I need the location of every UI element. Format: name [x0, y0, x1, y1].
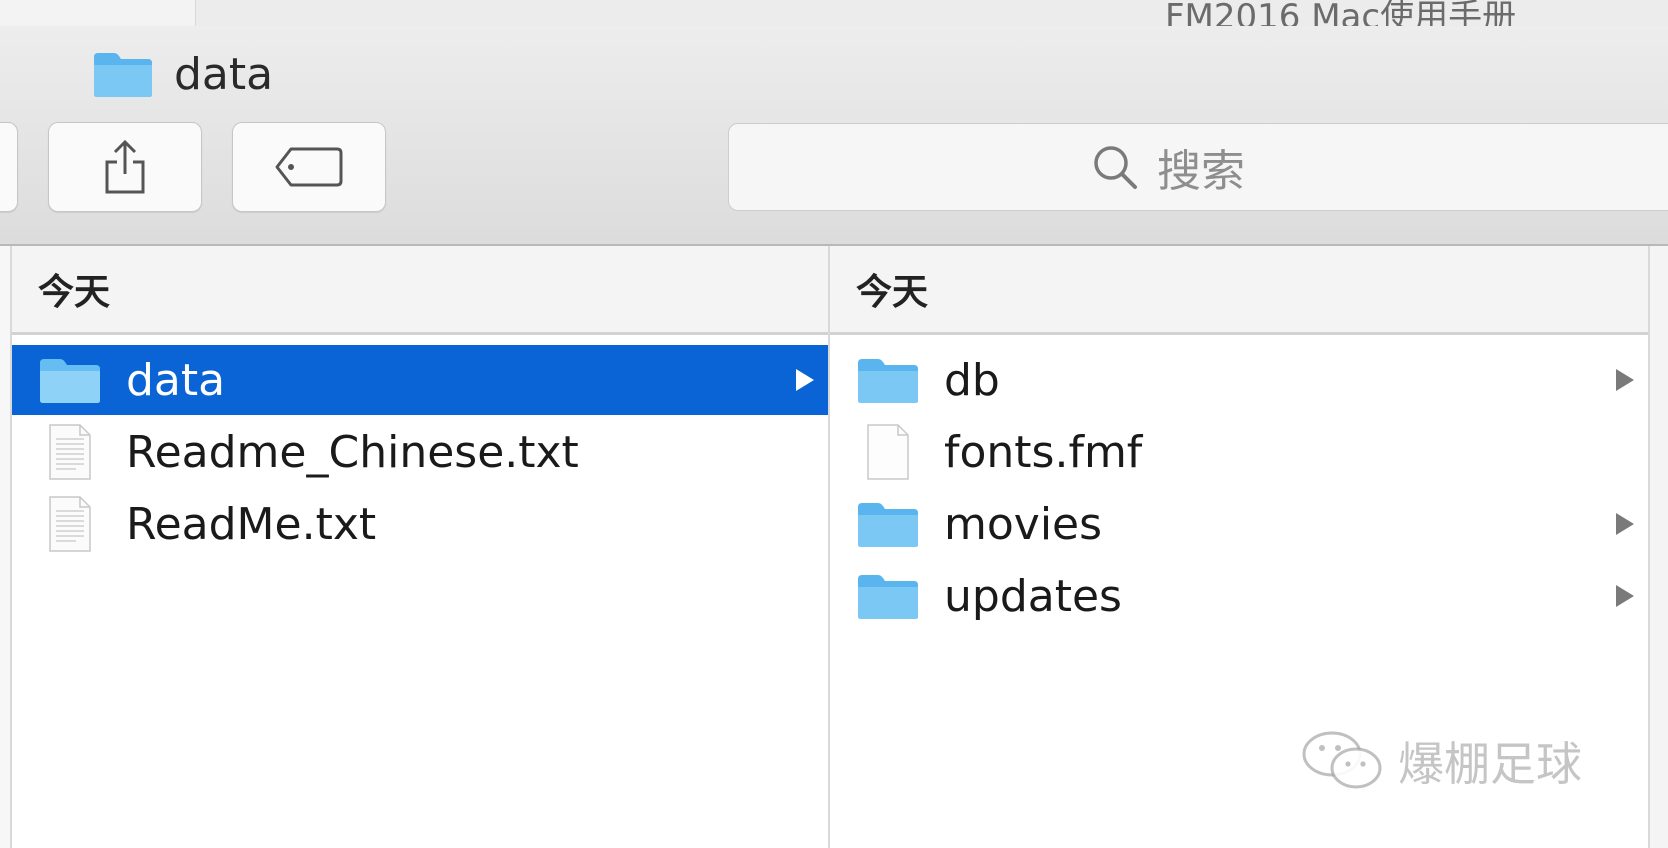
chevron-right-icon	[1616, 513, 1634, 535]
list-item-fonts[interactable]: fonts.fmf	[830, 417, 1648, 487]
view-button[interactable]	[0, 122, 18, 212]
list-item-updates[interactable]: updates	[830, 561, 1648, 631]
search-placeholder: 搜索	[1157, 146, 1245, 197]
previous-column-edge[interactable]	[0, 246, 12, 848]
window-title: data	[92, 44, 273, 104]
list-item-readme-chinese[interactable]: Readme_Chinese.txt	[12, 417, 828, 487]
column-header: 今天	[830, 246, 1648, 335]
list-item-label: fonts.fmf	[944, 426, 1143, 478]
background-window-title: FM2016 Mac使用手册	[1165, 0, 1517, 27]
folder-icon	[856, 352, 920, 408]
finder-toolbar: data 搜索	[0, 26, 1668, 246]
next-column-edge[interactable]	[1648, 246, 1668, 848]
list-item-label: data	[126, 354, 226, 406]
folder-icon	[856, 496, 920, 552]
background-window-sidebar	[0, 0, 196, 26]
list-item-label: Readme_Chinese.txt	[126, 426, 579, 478]
chevron-right-icon	[796, 369, 814, 391]
window-title-text: data	[174, 48, 274, 100]
list-item-data[interactable]: data	[12, 345, 828, 415]
share-icon	[105, 139, 145, 194]
watermark: 爆棚足球	[1300, 728, 1582, 794]
tag-icon	[275, 147, 343, 187]
search-icon	[1094, 146, 1137, 189]
column-header: 今天	[12, 246, 828, 335]
list-item-readme[interactable]: ReadMe.txt	[12, 489, 828, 559]
list-item-movies[interactable]: movies	[830, 489, 1648, 559]
blank-file-icon	[856, 424, 920, 480]
share-button[interactable]	[48, 122, 202, 212]
folder-icon	[856, 568, 920, 624]
folder-icon	[94, 53, 152, 97]
list-item-db[interactable]: db	[830, 345, 1648, 415]
chevron-right-icon	[1616, 369, 1634, 391]
text-file-icon	[38, 496, 102, 552]
chevron-right-icon	[1616, 585, 1634, 607]
watermark-text: 爆棚足球	[1398, 737, 1582, 791]
search-field[interactable]: 搜索	[728, 123, 1668, 211]
background-window: FM2016 Mac使用手册	[0, 0, 1668, 27]
tag-button[interactable]	[232, 122, 386, 212]
wechat-icon	[1302, 731, 1382, 789]
text-file-icon	[38, 424, 102, 480]
list-item-label: ReadMe.txt	[126, 498, 377, 550]
list-item-label: db	[944, 354, 1000, 406]
list-item-label: movies	[944, 498, 1103, 550]
list-item-label: updates	[944, 570, 1122, 622]
browser-column-1: 今天 data Readme_Chinese.txt ReadMe.txt	[12, 246, 830, 848]
folder-icon	[38, 352, 102, 408]
